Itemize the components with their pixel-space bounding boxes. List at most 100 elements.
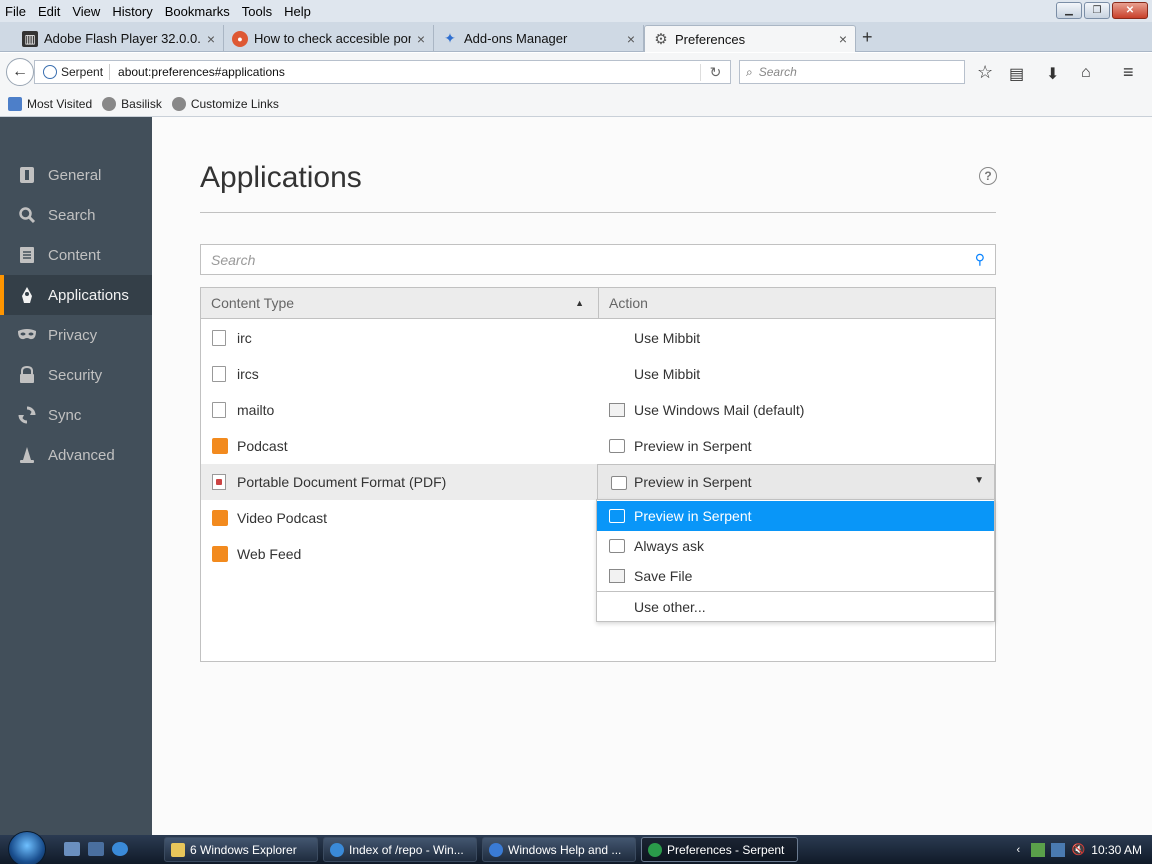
serpent-icon: [648, 842, 662, 857]
preferences-main: Applications ? Search ⚲ Content Type ▲ A…: [152, 117, 1152, 835]
globe-icon: [102, 96, 117, 111]
table-row[interactable]: mailto Use Windows Mail (default): [201, 392, 995, 428]
column-header-content-type[interactable]: Content Type ▲: [201, 288, 599, 318]
bookmark-basilisk[interactable]: Basilisk: [102, 96, 162, 111]
tab-flash-player[interactable]: ▥ Adobe Flash Player 32.0.0.37 ×: [14, 25, 224, 52]
action-dropdown[interactable]: Preview in Serpent ▼: [597, 464, 995, 500]
preview-icon: [611, 476, 627, 490]
dropdown-option-always-ask[interactable]: Always ask: [597, 531, 994, 561]
globe-icon: [171, 96, 186, 111]
bookmark-most-visited[interactable]: Most Visited: [8, 96, 92, 111]
option-label: Save File: [634, 568, 693, 584]
category-general[interactable]: General: [0, 155, 152, 195]
taskbar-label: Preferences - Serpent: [667, 842, 785, 857]
url-bar[interactable]: Serpent about:preferences#applications ↻: [34, 60, 731, 84]
list-header: Content Type ▲ Action: [201, 288, 995, 319]
column-label: Action: [609, 295, 648, 311]
content-type-label: mailto: [237, 402, 275, 418]
close-tab-icon[interactable]: ×: [417, 31, 425, 47]
close-window-button[interactable]: ✕: [1112, 2, 1148, 19]
table-row[interactable]: irc Use Mibbit: [201, 320, 995, 356]
taskbar-label: 6 Windows Explorer: [190, 842, 297, 857]
tab-title: How to check accesible port: [254, 31, 411, 46]
clock[interactable]: 10:30 AM: [1091, 843, 1142, 857]
menu-history[interactable]: History: [106, 4, 158, 19]
content-type-label: Video Podcast: [237, 510, 328, 526]
category-security[interactable]: Security: [0, 355, 152, 395]
column-header-action[interactable]: Action: [599, 295, 648, 311]
bookmark-star-icon[interactable]: ☆: [977, 62, 993, 83]
search-bar[interactable]: ⌕ Search: [739, 60, 965, 84]
downloads-icon[interactable]: ⬇: [1046, 64, 1059, 84]
action-dropdown-menu: Preview in Serpent Always ask Save File …: [596, 499, 995, 622]
table-row[interactable]: Podcast Preview in Serpent: [201, 428, 995, 464]
content-type-label: Web Feed: [237, 546, 302, 562]
column-label: Content Type: [211, 295, 295, 311]
dropdown-option-preview[interactable]: Preview in Serpent: [597, 501, 994, 531]
url-input[interactable]: about:preferences#applications: [110, 65, 700, 79]
bookmarks-menu-icon[interactable]: ▤: [1009, 64, 1024, 84]
document-icon: [212, 330, 226, 346]
minimize-button[interactable]: ▁: [1056, 2, 1082, 19]
taskbar-button-index-repo[interactable]: Index of /repo - Win...: [323, 837, 477, 862]
start-button[interactable]: [8, 831, 46, 864]
new-tab-button[interactable]: +: [862, 27, 873, 48]
show-desktop-icon[interactable]: [64, 842, 80, 856]
close-tab-icon[interactable]: ×: [839, 31, 847, 47]
identity-box[interactable]: Serpent: [35, 64, 111, 80]
category-advanced[interactable]: Advanced: [0, 435, 152, 475]
tab-addons-manager[interactable]: ✦ Add-ons Manager ×: [434, 25, 644, 52]
taskbar-button-explorer[interactable]: 6 Windows Explorer: [164, 837, 318, 862]
reload-icon[interactable]: ↻: [700, 63, 730, 81]
maximize-button[interactable]: ❐: [1084, 2, 1110, 19]
chevron-left-icon[interactable]: ‹: [1011, 843, 1025, 857]
network-icon[interactable]: [1031, 842, 1046, 857]
menu-help[interactable]: Help: [278, 4, 317, 19]
content-icon: [17, 245, 37, 265]
puzzle-icon: ✦: [444, 30, 456, 46]
close-tab-icon[interactable]: ×: [627, 31, 635, 47]
back-button[interactable]: ←: [6, 58, 34, 86]
tab-accessible-port[interactable]: ● How to check accesible port ×: [224, 25, 434, 52]
tab-preferences[interactable]: ⚙ Preferences ×: [644, 25, 856, 52]
taskbar-button-help[interactable]: Windows Help and ...: [482, 837, 636, 862]
home-icon[interactable]: ⌂: [1081, 64, 1091, 82]
volume-muted-icon[interactable]: 🔇: [1071, 843, 1085, 857]
dropdown-option-save-file[interactable]: Save File: [597, 561, 994, 591]
table-row[interactable]: ircs Use Mibbit: [201, 356, 995, 392]
option-label: Preview in Serpent: [634, 508, 752, 524]
search-placeholder: Search: [758, 65, 797, 79]
wizard-icon: [17, 445, 37, 465]
globe-icon: [43, 65, 57, 79]
content-type-label: ircs: [237, 366, 259, 382]
document-icon: [212, 402, 226, 418]
menu-edit[interactable]: Edit: [32, 4, 66, 19]
internet-explorer-icon[interactable]: [112, 842, 128, 856]
category-privacy[interactable]: Privacy: [0, 315, 152, 355]
menu-bookmarks[interactable]: Bookmarks: [159, 4, 236, 19]
category-content[interactable]: Content: [0, 235, 152, 275]
menu-tools[interactable]: Tools: [236, 4, 278, 19]
taskbar-button-serpent[interactable]: Preferences - Serpent: [641, 837, 798, 862]
category-search[interactable]: Search: [0, 195, 152, 235]
title-divider: [200, 212, 996, 213]
action-label: Preview in Serpent: [634, 438, 752, 454]
category-sync[interactable]: Sync: [0, 395, 152, 435]
switch-windows-icon[interactable]: [88, 842, 104, 856]
action-label: Use Mibbit: [634, 366, 701, 382]
monitor-icon[interactable]: [1051, 842, 1066, 857]
duckduckgo-icon: ●: [232, 30, 248, 47]
dropdown-option-use-other[interactable]: Use other...: [597, 592, 994, 622]
help-icon[interactable]: ?: [979, 167, 997, 185]
taskbar-label: Windows Help and ...: [508, 842, 622, 857]
content-type-label: irc: [237, 330, 252, 346]
document-icon: [212, 366, 226, 382]
search-icon: ⚲: [974, 251, 985, 267]
filter-input[interactable]: Search ⚲: [200, 244, 996, 275]
bookmark-customize-links[interactable]: Customize Links: [171, 96, 279, 111]
close-tab-icon[interactable]: ×: [207, 31, 215, 47]
menu-view[interactable]: View: [66, 4, 106, 19]
menu-file[interactable]: File: [0, 4, 32, 19]
category-applications[interactable]: Applications: [0, 275, 152, 315]
hamburger-menu-icon[interactable]: ≡: [1123, 62, 1134, 83]
